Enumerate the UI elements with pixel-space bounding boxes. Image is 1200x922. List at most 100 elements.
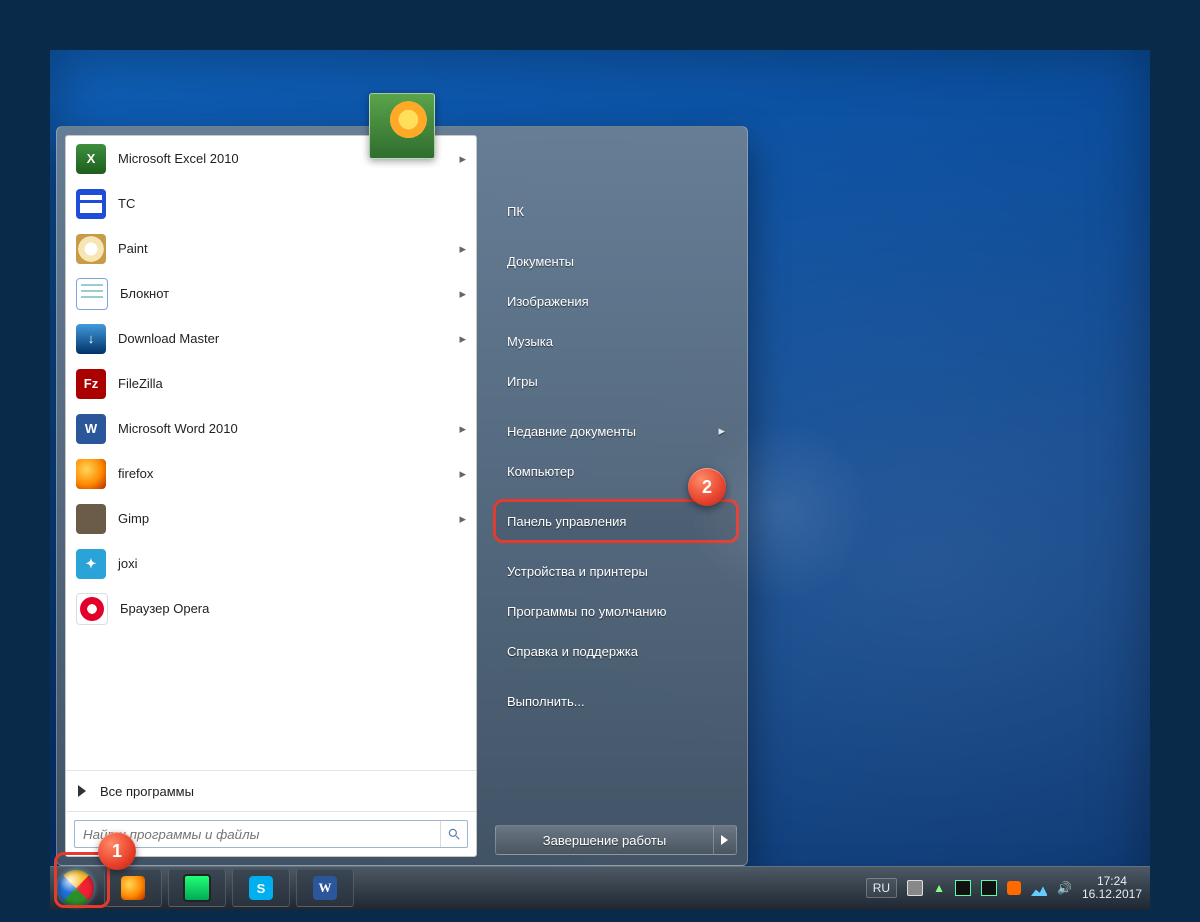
word-icon [313,876,337,900]
submenu-arrow-icon: ▸ [459,241,466,257]
program-item-tc[interactable]: TC [66,181,476,226]
taskbar: RU ▲ 🔊 17:24 16.12.2017 [50,866,1150,910]
taskbar-app-skype[interactable] [232,869,290,907]
right-item-label: Компьютер [507,464,574,479]
submenu-arrow-icon: ▸ [459,331,466,347]
submenu-arrow-icon: ▸ [459,511,466,527]
program-item-word[interactable]: W Microsoft Word 2010 ▸ [66,406,476,451]
network-icon[interactable] [1031,880,1047,896]
tray-icon-green1[interactable] [955,880,971,896]
program-label: Microsoft Word 2010 [118,421,238,436]
right-item-3[interactable]: Музыка [495,321,737,361]
right-item-9[interactable]: Программы по умолчанию [495,591,737,631]
right-item-6[interactable]: Компьютер [495,451,737,491]
program-label: Браузер Opera [120,601,209,616]
right-item-1[interactable]: Документы [495,241,737,281]
all-programs-button[interactable]: Все программы [66,770,476,811]
taskbar-tray: RU ▲ 🔊 17:24 16.12.2017 [866,875,1150,901]
firefox-icon [121,876,145,900]
right-item-0[interactable]: ПК [495,191,737,231]
submenu-arrow-icon: ▸ [718,423,725,439]
tc-icon [76,189,106,219]
right-item-label: Документы [507,254,574,269]
fz-icon: Fz [76,369,106,399]
taskbar-app-explorer[interactable] [168,869,226,907]
program-label: Gimp [118,511,149,526]
submenu-arrow-icon: ▸ [459,151,466,167]
taskbar-app-word[interactable] [296,869,354,907]
taskbar-left [50,866,354,910]
windows-orb-icon [58,870,94,906]
pinned-programs-list: XMicrosoft Excel 2010▸TCPaint▸Блокнот▸↓D… [66,136,476,770]
paint-icon [76,234,106,264]
annotation-badge-1: 1 [98,832,136,870]
right-item-label: Музыка [507,334,553,349]
user-picture[interactable] [369,93,435,159]
joxi-icon: ✦ [76,549,106,579]
program-label: TC [118,196,135,211]
shutdown-options-button[interactable] [713,825,737,855]
right-item-8[interactable]: Устройства и принтеры [495,551,737,591]
start-menu-left-pane: XMicrosoft Excel 2010▸TCPaint▸Блокнот▸↓D… [65,135,477,857]
shutdown-split-button: Завершение работы [495,825,737,855]
all-programs-label: Все программы [100,784,194,799]
right-item-7[interactable]: Панель управления [495,501,737,541]
program-item-opera[interactable]: Браузер Opera [66,586,476,631]
tray-icon-green2[interactable] [981,880,997,896]
right-item-label: ПК [507,204,524,219]
excel-icon: X [76,144,106,174]
ff-icon [76,459,106,489]
program-item-gimp[interactable]: Gimp ▸ [66,496,476,541]
program-label: firefox [118,466,153,481]
annotation-badge-2: 2 [688,468,726,506]
right-item-2[interactable]: Изображения [495,281,737,321]
right-item-label: Изображения [507,294,589,309]
program-item-note[interactable]: Блокнот ▸ [66,271,476,316]
program-item-paint[interactable]: Paint ▸ [66,226,476,271]
submenu-arrow-icon: ▸ [459,466,466,482]
monitor-icon [183,874,211,902]
gimp-icon [76,504,106,534]
right-item-label: Программы по умолчанию [507,604,666,619]
shutdown-button[interactable]: Завершение работы [495,825,713,855]
screenshot-stage: XMicrosoft Excel 2010▸TCPaint▸Блокнот▸↓D… [0,0,1200,922]
submenu-arrow-icon: ▸ [459,286,466,302]
language-indicator[interactable]: RU [866,878,897,898]
taskbar-app-firefox[interactable] [104,869,162,907]
start-button[interactable] [54,866,98,910]
clock-date: 16.12.2017 [1082,888,1142,901]
shutdown-label: Завершение работы [543,833,666,848]
right-item-10[interactable]: Справка и поддержка [495,631,737,671]
program-item-ff[interactable]: firefox ▸ [66,451,476,496]
volume-icon[interactable]: 🔊 [1057,881,1072,895]
program-label: FileZilla [118,376,163,391]
submenu-arrow-icon: ▸ [459,421,466,437]
chevron-right-icon [78,785,86,797]
right-item-label: Справка и поддержка [507,644,638,659]
tray-clock[interactable]: 17:24 16.12.2017 [1082,875,1142,901]
opera-icon [76,593,108,625]
program-label: Paint [118,241,148,256]
right-item-11[interactable]: Выполнить... [495,681,737,721]
desktop[interactable]: XMicrosoft Excel 2010▸TCPaint▸Блокнот▸↓D… [50,50,1150,910]
right-item-4[interactable]: Игры [495,361,737,401]
right-item-label: Устройства и принтеры [507,564,648,579]
right-item-label: Выполнить... [507,694,585,709]
keyboard-icon[interactable] [907,880,923,896]
right-item-label: Игры [507,374,538,389]
start-menu: XMicrosoft Excel 2010▸TCPaint▸Блокнот▸↓D… [56,126,748,866]
program-item-joxi[interactable]: ✦joxi [66,541,476,586]
right-item-5[interactable]: Недавние документы ▸ [495,411,737,451]
dm-icon: ↓ [76,324,106,354]
program-item-dm[interactable]: ↓ Download Master ▸ [66,316,476,361]
tray-icon-orange[interactable] [1007,881,1021,895]
program-label: Блокнот [120,286,169,301]
program-item-fz[interactable]: Fz FileZilla [66,361,476,406]
right-item-label: Недавние документы [507,424,636,439]
search-icon[interactable] [440,821,467,847]
program-label: Download Master [118,331,219,346]
start-menu-right-pane: ПК Документы Изображения Музыка Игры Недавние… [485,127,747,865]
right-item-label: Панель управления [507,514,626,529]
word-icon: W [76,414,106,444]
note-icon [76,278,108,310]
